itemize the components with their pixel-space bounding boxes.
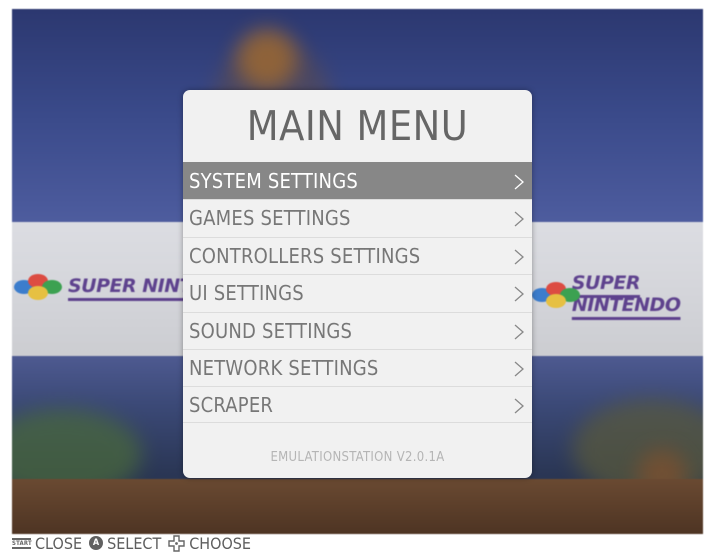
background-ground [12,479,703,534]
menu-item-sound-settings[interactable]: SOUND SETTINGS [183,312,532,349]
help-bar: START CLOSE A SELECT CHOOSE [12,533,258,553]
help-choose: CHOOSE [168,534,251,553]
menu-item-system-settings[interactable]: SYSTEM SETTINGS [183,162,532,199]
dpad-icon [168,534,185,552]
help-select: A SELECT [89,534,161,553]
menu-item-controllers-settings[interactable]: CONTROLLERS SETTINGS [183,237,532,274]
menu-item-network-settings[interactable]: NETWORK SETTINGS [183,349,532,386]
a-button-icon: A [89,536,104,550]
chevron-right-icon [514,174,524,190]
menu-item-scraper[interactable]: SCRAPER [183,386,532,423]
menu-item-label: NETWORK SETTINGS [189,356,379,380]
menu-item-ui-settings[interactable]: UI SETTINGS [183,274,532,311]
version-label: EMULATIONSTATION V2.0.1A [270,450,445,465]
help-close-label: CLOSE [35,533,83,553]
chevron-right-icon [514,324,524,340]
background-character-blob [237,29,297,89]
menu-item-label: SYSTEM SETTINGS [189,169,358,193]
menu-item-label: GAMES SETTINGS [189,206,351,230]
menu-item-label: CONTROLLERS SETTINGS [189,244,421,268]
main-menu-panel: MAIN MENU SYSTEM SETTINGS GAMES SETTINGS… [183,90,532,478]
menu-title: MAIN MENU [246,102,469,150]
snes-logo-right: SUPER NINTENDO [532,272,703,316]
chevron-right-icon [514,211,524,227]
help-close: START CLOSE [12,534,82,553]
chevron-right-icon [514,361,524,377]
snes-logo-mark [532,280,580,308]
menu-item-games-settings[interactable]: GAMES SETTINGS [183,199,532,236]
menu-item-label: SCRAPER [189,393,274,417]
help-choose-label: CHOOSE [189,533,252,553]
help-select-label: SELECT [107,533,162,553]
snes-logo-mark [14,272,64,300]
chevron-right-icon [514,398,524,414]
menu-item-label: SOUND SETTINGS [189,319,353,343]
chevron-right-icon [514,249,524,265]
menu-item-label: UI SETTINGS [189,281,304,305]
start-button-icon: START [12,537,32,549]
chevron-right-icon [514,286,524,302]
snes-logo-text-right: SUPER NINTENDO [571,272,681,316]
